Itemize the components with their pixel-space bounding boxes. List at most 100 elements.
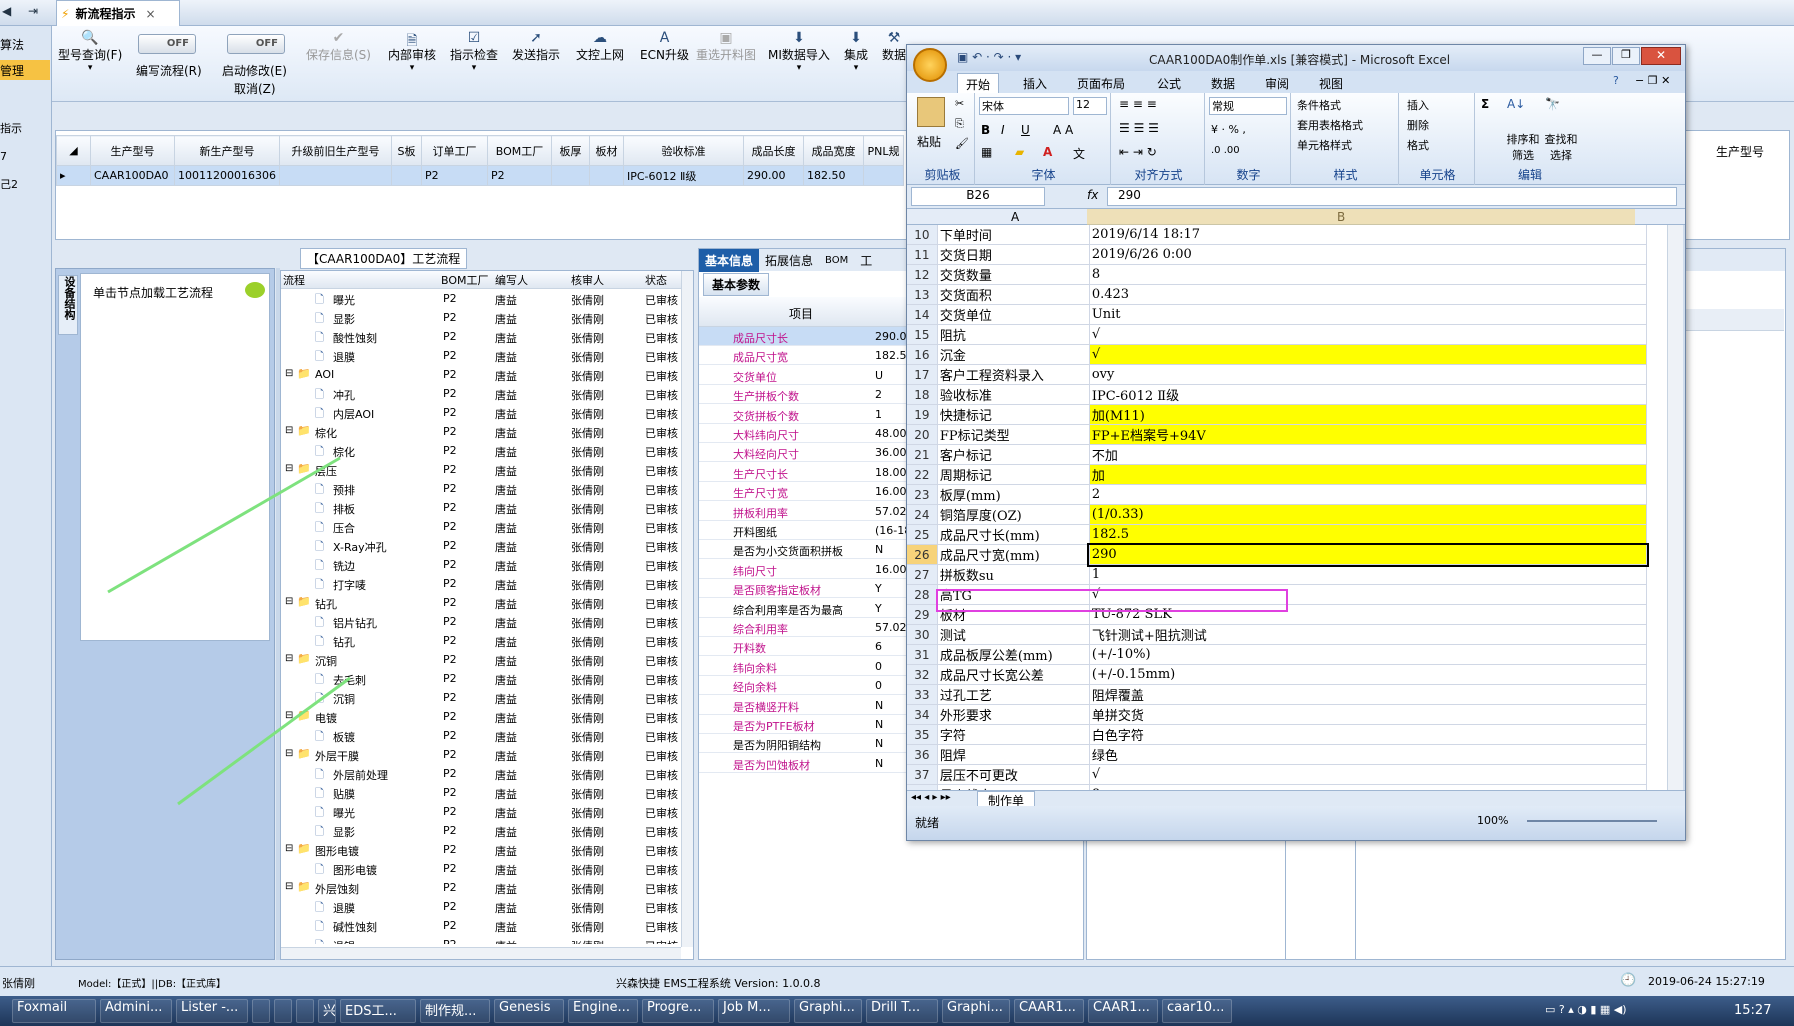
- tree-row[interactable]: 📁 ⊟ AOI P2 唐益 张倩刚 已审核: [281, 365, 681, 384]
- cell[interactable]: [390, 165, 422, 186]
- taskbar-item[interactable]: Admini...: [100, 999, 172, 1023]
- sheet-row[interactable]: 13 交货面积 0.423: [907, 284, 1648, 305]
- param-value[interactable]: 36.00: [875, 446, 907, 459]
- insert-cells-button[interactable]: 插入: [1407, 97, 1429, 113]
- underline-icon[interactable]: U: [1021, 123, 1030, 137]
- taskbar-item[interactable]: Job M...: [718, 999, 790, 1023]
- office-button-icon[interactable]: [913, 48, 947, 82]
- taskbar-item[interactable]: Genesis: [494, 999, 564, 1023]
- col-header[interactable]: 核审人: [571, 272, 604, 288]
- cell-a[interactable]: 交货单位: [937, 304, 1090, 325]
- quick-access-icons[interactable]: ▣ ↶ · ↷ · ▾: [957, 50, 1021, 64]
- cell-a[interactable]: 成品尺寸宽(mm): [937, 544, 1090, 565]
- tree-row[interactable]: 🗋 退膜 P2 唐益 张倩刚 已审核: [281, 346, 681, 365]
- tree-row[interactable]: 🗋 图形电镀 P2 唐益 张倩刚 已审核: [281, 859, 681, 878]
- col-header[interactable]: 板厚: [550, 135, 590, 166]
- tree-row[interactable]: 📁 ⊟ 棕化 P2 唐益 张倩刚 已审核: [281, 422, 681, 441]
- start-modify-toggle[interactable]: OFF: [227, 34, 285, 54]
- send-instr-button[interactable]: ➚ 发送指示: [512, 30, 560, 63]
- cell-b[interactable]: 2: [1089, 484, 1648, 505]
- tree-hscroll[interactable]: [281, 947, 681, 959]
- col-header[interactable]: 验收标准: [622, 135, 744, 166]
- cell-a[interactable]: 客户工程资料录入: [937, 364, 1090, 385]
- ribbon-tab-layout[interactable]: 页面布局: [1077, 75, 1125, 92]
- font-name-select[interactable]: 宋体: [979, 97, 1069, 115]
- internal-review-button[interactable]: 🗎 内部审核 ▾: [388, 30, 436, 73]
- tree-row[interactable]: 📁 ⊟ 外层蚀刻 P2 唐益 张倩刚 已审核: [281, 878, 681, 897]
- param-value[interactable]: N: [875, 737, 883, 750]
- taskbar-item[interactable]: Graphi...: [794, 999, 862, 1023]
- param-value[interactable]: Y: [875, 602, 882, 615]
- cell[interactable]: [862, 165, 904, 186]
- sheet-row[interactable]: 30 测试 飞针测试+阻抗测试: [907, 624, 1648, 645]
- cell[interactable]: [588, 165, 624, 186]
- cell-b[interactable]: Unit: [1089, 304, 1648, 325]
- param-value[interactable]: 57.02: [875, 505, 907, 518]
- tree-row[interactable]: 🗋 退锡 P2 唐益 张倩刚 已审核: [281, 935, 681, 944]
- sheet-row[interactable]: 32 成品尺寸长宽公差 (+/-0.15mm): [907, 664, 1648, 685]
- taskbar-item[interactable]: 兴森快...: [318, 999, 336, 1023]
- col-header[interactable]: 状态: [645, 272, 667, 288]
- tab-process[interactable]: 工: [854, 249, 878, 272]
- model-query-button[interactable]: 🔍 型号查询(F) ▾: [58, 30, 122, 73]
- write-process-toggle[interactable]: OFF: [138, 34, 196, 54]
- row-number[interactable]: 24: [907, 504, 938, 525]
- doc-online-button[interactable]: ☁ 文控上网: [576, 30, 624, 63]
- row-number[interactable]: 19: [907, 404, 938, 425]
- cell-b[interactable]: FP+E档案号+94V: [1089, 424, 1648, 445]
- fill-color-icon[interactable]: ▰: [1015, 145, 1024, 159]
- cell-b[interactable]: 不加: [1089, 444, 1648, 465]
- param-value[interactable]: N: [875, 718, 883, 731]
- font-size-select[interactable]: 12: [1073, 97, 1107, 115]
- param-value[interactable]: N: [875, 699, 883, 712]
- row-number[interactable]: 25: [907, 524, 938, 545]
- percent-icon[interactable]: ¥ · % ,: [1211, 123, 1246, 136]
- row-number[interactable]: 17: [907, 364, 938, 385]
- col-header[interactable]: BOM工厂: [441, 272, 489, 288]
- tree-row[interactable]: 🗋 内层AOI P2 唐益 张倩刚 已审核: [281, 403, 681, 422]
- name-box[interactable]: B26: [911, 187, 1045, 206]
- cell-a[interactable]: 周期标记: [937, 464, 1090, 485]
- ribbon-tab-insert[interactable]: 插入: [1023, 75, 1047, 92]
- tree-row[interactable]: 🗋 显影 P2 唐益 张倩刚 已审核: [281, 308, 681, 327]
- col-header[interactable]: PNL规: [862, 135, 904, 166]
- taskbar-item[interactable]: Graphi...: [942, 999, 1010, 1023]
- sheet-row[interactable]: 18 验收标准 IPC-6012 Ⅱ级: [907, 384, 1648, 405]
- cell-a[interactable]: 客户标记: [937, 444, 1090, 465]
- cell-a[interactable]: 拼板数su: [937, 564, 1090, 585]
- phonetic-icon[interactable]: 文: [1073, 145, 1085, 162]
- taskbar-item[interactable]: 制作规...: [420, 999, 490, 1023]
- conditional-format-button[interactable]: 条件格式: [1297, 97, 1341, 113]
- sum-icon[interactable]: Σ: [1481, 97, 1489, 111]
- tree-row[interactable]: 🗋 冲孔 P2 唐益 张倩刚 已审核: [281, 384, 681, 403]
- cell-b[interactable]: 绿色: [1089, 744, 1648, 765]
- col-header-a[interactable]: A: [1011, 210, 1019, 224]
- number-format-select[interactable]: 常规: [1209, 97, 1287, 115]
- col-header[interactable]: 生产型号: [90, 135, 175, 166]
- cell-b[interactable]: 290: [1087, 542, 1649, 567]
- align-left-icon[interactable]: ☰ ☰ ☰: [1119, 121, 1159, 135]
- data-button[interactable]: ⚒ 数据: [882, 30, 906, 63]
- decimal-icon[interactable]: .0 .00: [1211, 145, 1240, 156]
- tree-row[interactable]: 🗋 碱性蚀刻 P2 唐益 张倩刚 已审核: [281, 916, 681, 935]
- cell-a[interactable]: 过孔工艺: [937, 684, 1090, 705]
- cell-b[interactable]: (1/0.33): [1089, 504, 1648, 525]
- param-value[interactable]: N: [875, 757, 883, 770]
- param-value[interactable]: 16.00: [875, 485, 907, 498]
- col-header[interactable]: 编写人: [495, 272, 528, 288]
- cell-b[interactable]: IPC-6012 Ⅱ级: [1089, 384, 1648, 405]
- sheet-row[interactable]: 26 成品尺寸宽(mm) 290: [907, 542, 1649, 567]
- align-top-icon[interactable]: ≡ ≡ ≡: [1119, 97, 1157, 111]
- cell-b[interactable]: (+/-10%): [1089, 644, 1648, 665]
- sheet-row[interactable]: 35 字符 白色字符: [907, 724, 1648, 745]
- row-number[interactable]: 31: [907, 644, 938, 665]
- enter-icon[interactable]: ⇥: [28, 4, 38, 18]
- col-header[interactable]: S板: [390, 135, 422, 166]
- param-value[interactable]: 2: [875, 388, 882, 401]
- zoom-slider[interactable]: [1527, 820, 1657, 822]
- minimize-icon[interactable]: —: [1583, 47, 1611, 65]
- cell[interactable]: P2: [486, 165, 552, 186]
- cell[interactable]: 10011200016306: [174, 165, 280, 186]
- cell-b[interactable]: √: [1089, 344, 1648, 365]
- help-icon[interactable]: ?: [1613, 74, 1619, 87]
